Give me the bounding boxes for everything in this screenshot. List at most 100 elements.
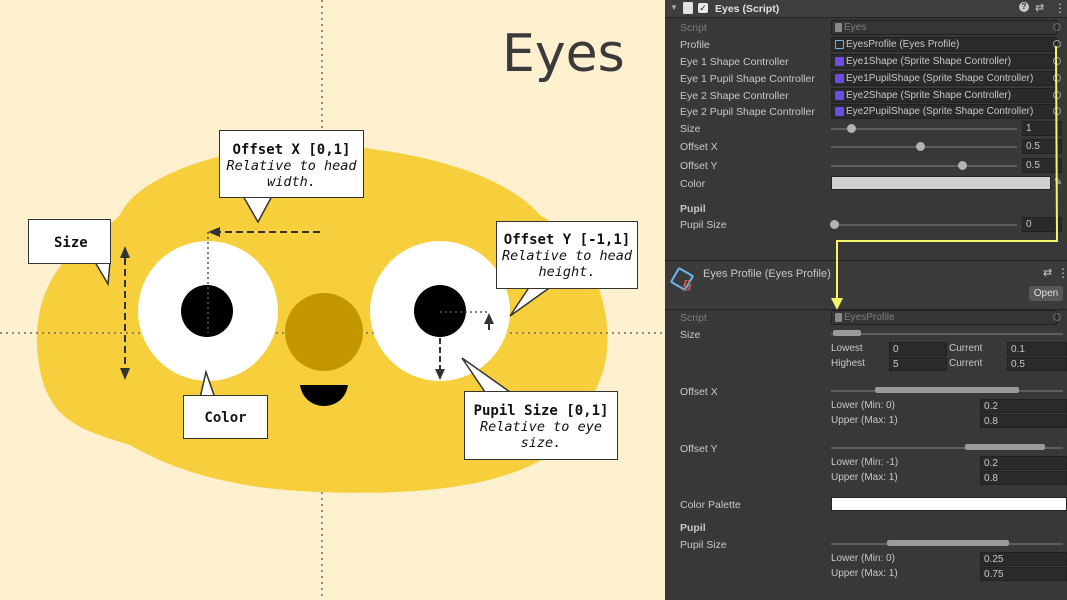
object-field[interactable]: Eyes bbox=[831, 20, 1057, 35]
object-picker-icon[interactable] bbox=[1053, 313, 1061, 321]
object-picker-icon[interactable] bbox=[1053, 40, 1061, 48]
field-label: Profile bbox=[680, 39, 710, 51]
lowest-label: Lowest bbox=[831, 343, 863, 354]
offset-x-callout: Offset X [0,1] Relative to head width. bbox=[219, 130, 364, 198]
object-field-value: Eye1PupilShape (Sprite Shape Controller) bbox=[846, 73, 1034, 84]
profile-offset-x-label: Offset X bbox=[680, 386, 718, 398]
field-label: Eye 2 Shape Controller bbox=[680, 90, 789, 102]
object-picker-icon[interactable] bbox=[1053, 57, 1061, 65]
offset-y-callout-title: Offset Y [-1,1] bbox=[503, 232, 631, 248]
object-field[interactable]: Eye2Shape (Sprite Shape Controller) bbox=[831, 88, 1057, 103]
slider-value-field[interactable]: 0.5 bbox=[1022, 158, 1062, 173]
object-picker-icon[interactable] bbox=[1053, 23, 1061, 31]
pupil-size-track[interactable] bbox=[831, 224, 1017, 226]
object-picker-icon[interactable] bbox=[1053, 74, 1061, 82]
highest-label: Highest bbox=[831, 358, 865, 369]
eyedropper-icon[interactable]: ✎ bbox=[1054, 177, 1062, 188]
profile-presets-icon[interactable]: ⇄ bbox=[1043, 266, 1052, 279]
profile-offset-y-label: Offset Y bbox=[680, 443, 718, 455]
sprite-shape-controller-icon bbox=[835, 74, 844, 83]
offset-y-range-bar[interactable] bbox=[965, 444, 1045, 450]
lowest-field[interactable]: 0 bbox=[889, 342, 947, 356]
left-pupil bbox=[181, 285, 233, 337]
object-field-value: EyesProfile (Eyes Profile) bbox=[846, 39, 960, 50]
color-field[interactable] bbox=[831, 176, 1051, 190]
help-icon[interactable]: ? bbox=[1019, 2, 1029, 12]
offset-y-upper-label: Upper (Max: 1) bbox=[831, 472, 898, 483]
highest-field[interactable]: 5 bbox=[889, 357, 947, 371]
offset-y-upper-field[interactable]: 0.8 bbox=[980, 471, 1067, 485]
color-palette-row: Color Palette bbox=[665, 497, 1067, 513]
color-callout: Color bbox=[183, 395, 268, 439]
offset-x-upper-field[interactable]: 0.8 bbox=[980, 414, 1067, 428]
component-field-row: Eye 2 Pupil Shape Controller Eye2PupilSha… bbox=[665, 104, 1067, 120]
profile-offset-y-row: Offset Y bbox=[665, 441, 1067, 457]
object-field[interactable]: Eye2PupilShape (Sprite Shape Controller) bbox=[831, 104, 1057, 119]
profile-title: Eyes Profile (Eyes Profile) bbox=[703, 268, 831, 280]
face-diagram bbox=[0, 0, 665, 600]
current-low-label: Current bbox=[949, 343, 983, 354]
presets-icon[interactable]: ⇄ bbox=[1035, 1, 1044, 14]
pupil-size-value[interactable]: 0 bbox=[1022, 217, 1062, 232]
field-label: Eye 1 Pupil Shape Controller bbox=[680, 73, 815, 85]
open-button[interactable]: Open bbox=[1029, 286, 1063, 301]
profile-size-track[interactable] bbox=[831, 333, 1063, 335]
component-title: Eyes (Script) bbox=[715, 3, 780, 15]
offset-x-lower-field[interactable]: 0.2 bbox=[980, 399, 1067, 413]
slider-knob[interactable] bbox=[847, 124, 857, 133]
object-field[interactable]: Eye1PupilShape (Sprite Shape Controller) bbox=[831, 71, 1057, 86]
component-field-row: Eye 1 Shape Controller Eye1Shape (Sprite … bbox=[665, 54, 1067, 70]
profile-offset-x-row: Offset X bbox=[665, 384, 1067, 400]
offset-y-callout: Offset Y [-1,1] Relative to head height. bbox=[496, 221, 638, 289]
object-field-value: Eye2Shape (Sprite Shape Controller) bbox=[846, 90, 1012, 101]
kebab-menu-icon[interactable]: ⋮ bbox=[1054, 1, 1066, 15]
profile-header: {} Eyes Profile (Eyes Profile) ⇄ ⋮ Open bbox=[665, 260, 1067, 310]
slider-knob[interactable] bbox=[958, 161, 968, 170]
object-field[interactable]: Eye1Shape (Sprite Shape Controller) bbox=[831, 54, 1057, 69]
offset-y-lower-label: Lower (Min: -1) bbox=[831, 457, 899, 468]
pupil-size-range-bar[interactable] bbox=[887, 540, 1009, 546]
slider-knob[interactable] bbox=[915, 142, 925, 151]
pupil-size-callout-title: Pupil Size [0,1] bbox=[473, 403, 609, 419]
profile-pupil-size-label: Pupil Size bbox=[680, 539, 727, 551]
pupil-header: Pupil bbox=[680, 203, 706, 215]
sprite-shape-controller-icon bbox=[835, 91, 844, 100]
component-enabled-checkbox[interactable]: ✓ bbox=[698, 3, 708, 13]
pupil-size-lower-field[interactable]: 0.25 bbox=[980, 552, 1067, 566]
pupil-size-row: Pupil Size 0 bbox=[665, 217, 1067, 233]
size-callout-title: Size bbox=[54, 235, 88, 251]
pupil-size-knob[interactable] bbox=[830, 220, 839, 229]
inspector-panel: ▼ ✓ Eyes (Script) ? ⇄ ⋮ Script Eyes Profil… bbox=[665, 0, 1067, 600]
component-header[interactable]: ▼ ✓ Eyes (Script) ? ⇄ ⋮ bbox=[665, 0, 1067, 18]
profile-size-range-bar[interactable] bbox=[833, 330, 861, 336]
sprite-shape-controller-icon bbox=[835, 57, 844, 66]
offset-x-range-bar[interactable] bbox=[875, 387, 1019, 393]
foldout-arrow-icon[interactable]: ▼ bbox=[670, 3, 678, 12]
eyes-illustration: Eyes Offset X [0,1] Relative to head wid… bbox=[0, 0, 665, 600]
slider-value-field[interactable]: 0.5 bbox=[1022, 139, 1062, 154]
object-picker-icon[interactable] bbox=[1053, 91, 1061, 99]
current-high-field[interactable]: 0.5 bbox=[1007, 357, 1067, 371]
profile-script-field[interactable]: EyesProfile bbox=[831, 310, 1057, 325]
color-palette-field[interactable] bbox=[831, 497, 1067, 511]
field-label: Eye 2 Pupil Shape Controller bbox=[680, 106, 815, 118]
object-field[interactable]: EyesProfile (Eyes Profile) bbox=[831, 37, 1057, 52]
slider-track[interactable] bbox=[831, 165, 1017, 167]
color-callout-title: Color bbox=[204, 410, 247, 426]
offset-y-lower-field[interactable]: 0.2 bbox=[980, 456, 1067, 470]
page-title: Eyes bbox=[502, 24, 625, 84]
object-picker-icon[interactable] bbox=[1053, 107, 1061, 115]
slider-track[interactable] bbox=[831, 128, 1017, 130]
slider-row: Size 1 bbox=[665, 121, 1067, 137]
script-file-icon bbox=[683, 2, 693, 14]
color-label: Color bbox=[680, 178, 706, 190]
profile-size-row: Size bbox=[665, 327, 1067, 343]
pupil-size-upper-field[interactable]: 0.75 bbox=[980, 567, 1067, 581]
field-label: Eye 1 Shape Controller bbox=[680, 56, 789, 68]
offset-x-upper-label: Upper (Max: 1) bbox=[831, 415, 898, 426]
object-field-value: Eye2PupilShape (Sprite Shape Controller) bbox=[846, 106, 1034, 117]
size-callout: Size bbox=[28, 219, 111, 264]
current-low-field[interactable]: 0.1 bbox=[1007, 342, 1067, 356]
slider-value-field[interactable]: 1 bbox=[1022, 121, 1062, 136]
profile-kebab-icon[interactable]: ⋮ bbox=[1057, 266, 1067, 280]
